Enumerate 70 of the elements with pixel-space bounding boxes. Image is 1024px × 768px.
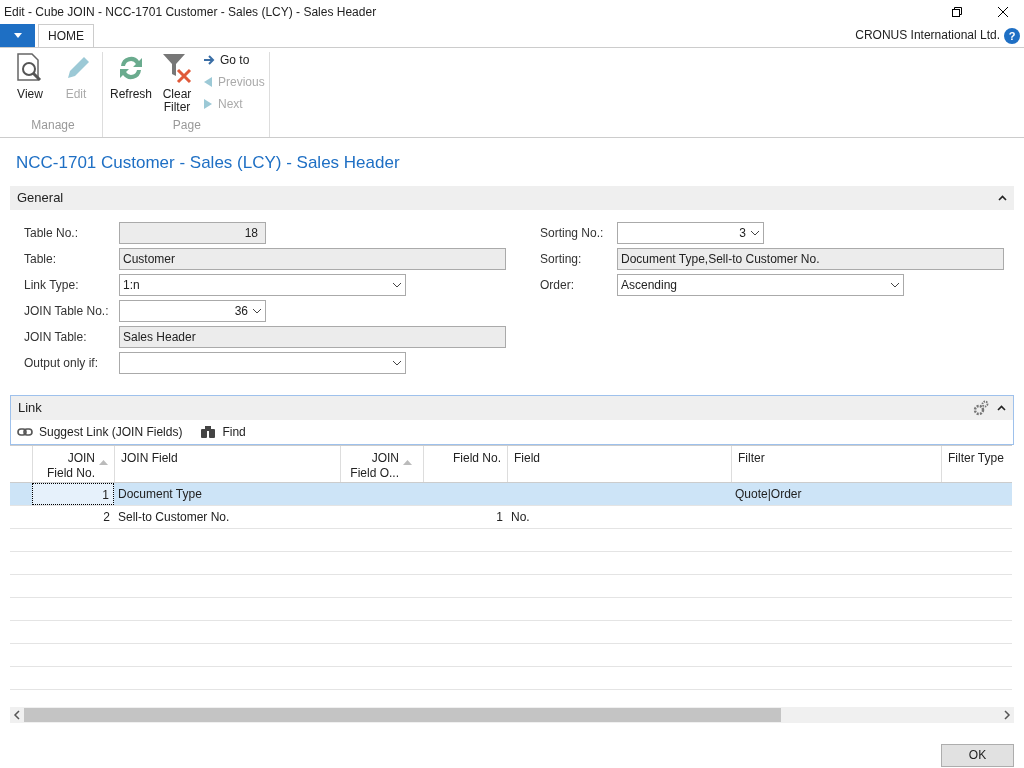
- app-menu-button[interactable]: [0, 24, 35, 47]
- input-field[interactable]: Sales Header: [119, 325, 506, 348]
- toolbar-button[interactable]: Find: [200, 422, 246, 441]
- field-label: Sorting No.:: [540, 224, 605, 242]
- ribbon-button[interactable]: View: [8, 52, 52, 116]
- dropdown-field[interactable]: 3: [617, 221, 764, 244]
- dropdown-field[interactable]: Ascending: [617, 273, 904, 296]
- ribbon-group-label: Manage: [30, 117, 76, 134]
- table-cell-text: No.: [510, 508, 531, 526]
- table-cell-text: 2: [102, 508, 111, 526]
- table-cell-text: Document Type: [117, 485, 203, 503]
- help-button[interactable]: ?: [1004, 28, 1020, 44]
- column-header[interactable]: Field: [507, 445, 731, 482]
- chevron-down-icon: [750, 229, 760, 236]
- column-header[interactable]: JOIN Field No.: [32, 445, 114, 482]
- dropdown-triangle-icon: [13, 33, 22, 38]
- collapse-icon[interactable]: [998, 194, 1007, 201]
- section-header[interactable]: Link: [11, 395, 1013, 420]
- ribbon-button[interactable]: Refresh: [109, 52, 153, 116]
- chain-link-icon: [17, 426, 33, 437]
- window-title: Edit - Cube JOIN - NCC-1701 Customer - Sales (LCY) - Sales Header: [4, 4, 377, 21]
- field-label: Order:: [540, 276, 575, 294]
- column-header[interactable]: Filter Type: [941, 445, 1012, 482]
- gears-icon[interactable]: [973, 399, 989, 416]
- collapse-icon[interactable]: [997, 404, 1006, 411]
- dropdown-field[interactable]: 1:n: [119, 273, 406, 296]
- right-arrow-icon: [203, 54, 215, 66]
- field-label: JOIN Table:: [24, 328, 88, 346]
- left-triangle-icon: [203, 76, 213, 88]
- chevron-down-icon: [392, 281, 402, 288]
- table-cell-text: Quote|Order: [734, 485, 803, 503]
- chevron-down-icon: [392, 359, 402, 366]
- column-header[interactable]: JOIN Field O...: [340, 445, 423, 482]
- ribbon-group-label: Page: [171, 117, 202, 134]
- input-field[interactable]: Document Type,Sell-to Customer No.: [617, 247, 1004, 270]
- chevron-down-icon: [252, 307, 262, 314]
- field-label: Output only if:: [24, 354, 100, 372]
- chevron-down-icon: [890, 281, 900, 288]
- field-label: Sorting:: [540, 250, 583, 268]
- input-field[interactable]: Customer: [119, 247, 506, 270]
- field-label: Table:: [24, 250, 58, 268]
- table-row[interactable]: 1 Document Type Quote|Order: [10, 482, 1012, 506]
- dropdown-field[interactable]: 36: [119, 299, 266, 322]
- right-triangle-icon: [203, 98, 213, 110]
- ribbon-button[interactable]: Go to: [203, 52, 265, 68]
- section-header[interactable]: General: [10, 185, 1014, 210]
- column-header[interactable]: JOIN Field: [114, 445, 340, 482]
- restore-icon[interactable]: [952, 7, 962, 17]
- company-name: CRONUS International Ltd.: [855, 27, 1000, 44]
- field-label: Table No.:: [24, 224, 80, 242]
- dropdown-field[interactable]: [119, 351, 406, 374]
- horizontal-scrollbar[interactable]: [10, 706, 1014, 723]
- sort-ascending-icon: [403, 459, 412, 465]
- table-cell-text: Sell-to Customer No.: [117, 508, 231, 526]
- column-header[interactable]: Filter: [731, 445, 941, 482]
- ok-button[interactable]: OK: [941, 743, 1014, 767]
- field-label: JOIN Table No.:: [24, 302, 110, 320]
- table-cell: 1: [32, 482, 114, 505]
- close-icon[interactable]: [998, 7, 1008, 17]
- binoculars-icon: [200, 424, 217, 439]
- column-header[interactable]: Field No.: [423, 445, 507, 482]
- page-title: NCC-1701 Customer - Sales (LCY) - Sales Header: [16, 152, 401, 174]
- field-label: Link Type:: [24, 276, 80, 294]
- ribbon-button[interactable]: Clear Filter: [155, 52, 199, 116]
- clear-filter-icon: [161, 52, 193, 84]
- toolbar-button[interactable]: Suggest Link (JOIN Fields): [17, 422, 183, 441]
- ribbon-tab[interactable]: HOME: [38, 24, 94, 47]
- table-cell-text: 1: [495, 508, 504, 526]
- sort-ascending-icon: [99, 459, 108, 465]
- input-field[interactable]: 18: [119, 221, 266, 244]
